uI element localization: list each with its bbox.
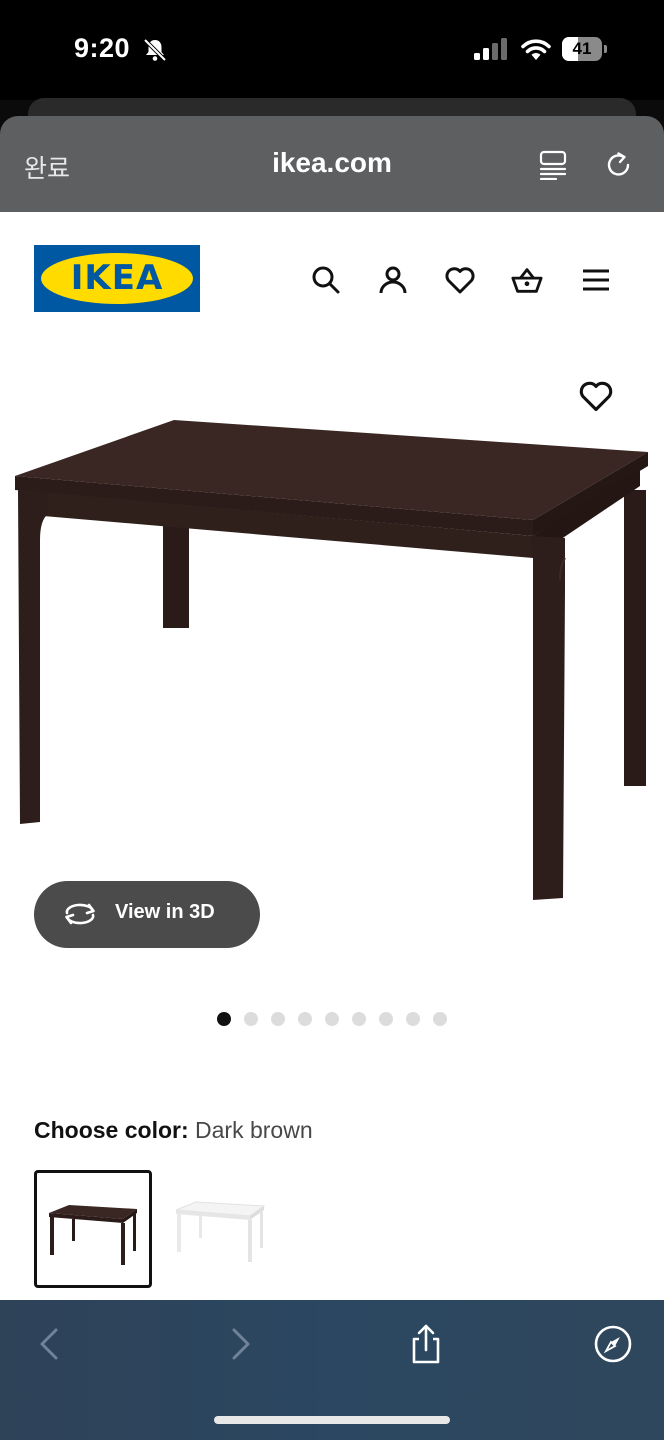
rotate-3d-icon: [65, 903, 95, 925]
home-indicator: [214, 1416, 450, 1424]
back-chevron-icon[interactable]: [28, 1322, 72, 1366]
ikea-logo[interactable]: IKEA: [34, 245, 200, 312]
carousel-dot[interactable]: [379, 1012, 393, 1026]
carousel-dot[interactable]: [406, 1012, 420, 1026]
search-icon[interactable]: [310, 264, 342, 296]
add-to-favorites-heart-icon[interactable]: [578, 378, 614, 414]
reload-icon[interactable]: [604, 150, 634, 180]
web-page: IKEA View in 3D Choose color: Dark brown: [0, 212, 664, 1300]
reader-mode-icon[interactable]: [538, 150, 568, 180]
view-in-3d-button[interactable]: View in 3D: [34, 881, 260, 948]
carousel-dot[interactable]: [244, 1012, 258, 1026]
battery-level: 41: [572, 39, 592, 58]
swatch-dark-brown[interactable]: [34, 1170, 152, 1288]
product-image-table[interactable]: [0, 410, 664, 910]
wifi-icon: [521, 39, 551, 60]
account-icon[interactable]: [377, 264, 409, 296]
compass-icon[interactable]: [591, 1322, 635, 1366]
choose-color-heading: Choose color:: [34, 1117, 189, 1143]
selected-color-value: Dark brown: [195, 1117, 313, 1143]
status-time: 9:20: [74, 33, 131, 63]
url-text[interactable]: ikea.com: [272, 147, 392, 178]
swatch-white[interactable]: [168, 1170, 282, 1284]
share-icon[interactable]: [404, 1322, 448, 1366]
shopping-basket-icon[interactable]: [511, 264, 543, 296]
carousel-dot[interactable]: [433, 1012, 447, 1026]
carousel-dot[interactable]: [325, 1012, 339, 1026]
heart-icon[interactable]: [444, 264, 476, 296]
status-bar: 9:20 41: [0, 0, 664, 100]
browser-header: 완료 ikea.com: [0, 116, 664, 212]
forward-chevron-icon[interactable]: [218, 1322, 262, 1366]
view-in-3d-label: View in 3D: [115, 901, 215, 923]
choose-color-label: Choose color: Dark brown: [34, 1117, 313, 1144]
carousel-dot[interactable]: [352, 1012, 366, 1026]
bell-slash-icon: [143, 38, 167, 62]
battery-icon: 41: [562, 37, 608, 61]
done-button[interactable]: 완료: [24, 149, 70, 185]
carousel-dot[interactable]: [217, 1012, 231, 1026]
carousel-dot[interactable]: [271, 1012, 285, 1026]
carousel-dot[interactable]: [298, 1012, 312, 1026]
logo-text: IKEA: [70, 258, 164, 298]
menu-icon[interactable]: [580, 264, 612, 296]
cellular-signal-icon: [474, 38, 507, 60]
